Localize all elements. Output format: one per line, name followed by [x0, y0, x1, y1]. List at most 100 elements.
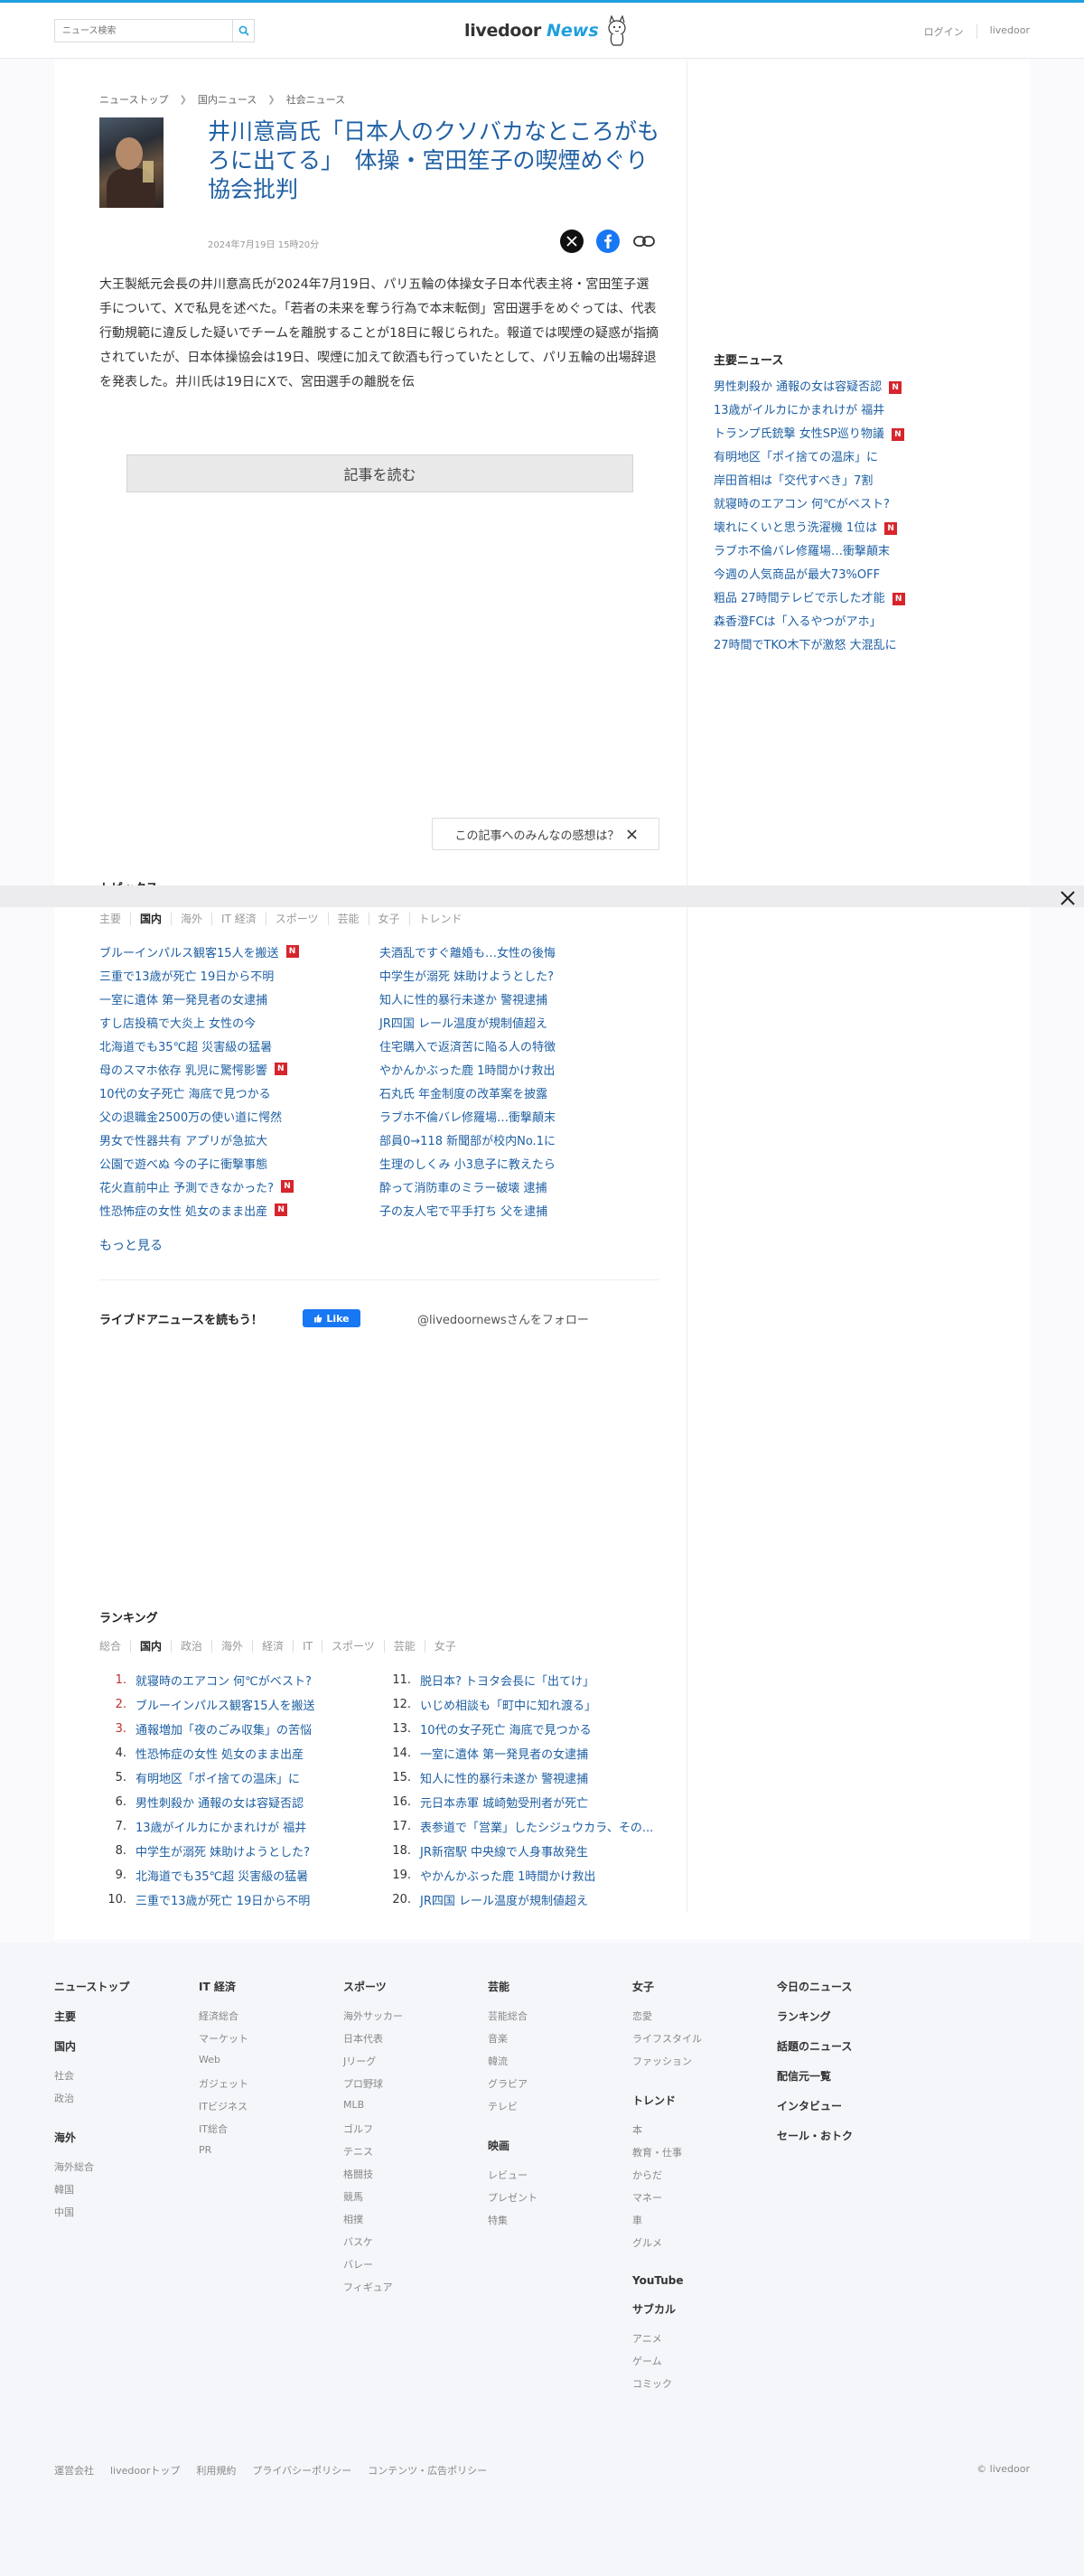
ranking-item[interactable]: 2. ブルーインパルス観客15人を搬送	[99, 1692, 384, 1717]
footer-heading[interactable]: 海外	[54, 2130, 129, 2145]
ranking-tab[interactable]: 海外	[211, 1640, 252, 1653]
footer-heading[interactable]: スポーツ	[343, 1979, 403, 1994]
footer-heading[interactable]: 今日のニュース	[777, 1979, 853, 1994]
footer-link[interactable]: グラビア	[488, 2076, 537, 2099]
sidebar-news-item[interactable]: 森香澄FCは「入るやつがアホ」	[714, 611, 1003, 634]
footer-link[interactable]: Jリーグ	[343, 2054, 403, 2076]
footer-link[interactable]: 海外サッカー	[343, 2009, 403, 2031]
footer-link[interactable]: プロ野球	[343, 2076, 403, 2099]
ranking-item[interactable]: 18. JR新宿駅 中央線で人身事故発生	[384, 1839, 678, 1863]
footer-link[interactable]: 政治	[54, 2091, 129, 2113]
ranking-item[interactable]: 4. 性恐怖症の女性 処女のまま出産	[99, 1741, 384, 1766]
topic-item[interactable]: 石丸氏 年金制度の改革案を披露	[379, 1081, 659, 1104]
more-topics-link[interactable]: もっと見る	[99, 1236, 163, 1254]
share-facebook-button[interactable]	[596, 229, 620, 253]
search-input[interactable]	[55, 20, 232, 42]
topic-item[interactable]: JR四国 レール温度が規制値超え	[379, 1010, 659, 1034]
topic-item[interactable]: 男女で性器共有 アプリが急拡大	[99, 1128, 379, 1151]
topic-item[interactable]: 三重で13歳が死亡 19日から不明	[99, 963, 379, 987]
footer-link[interactable]: 経済総合	[199, 2009, 248, 2031]
ranking-item[interactable]: 12. いじめ相談も「町中に知れ渡る」	[384, 1692, 678, 1717]
footer-link[interactable]: 本	[632, 2122, 702, 2145]
ranking-item[interactable]: 7. 13歳がイルカにかまれけが 福井	[99, 1814, 384, 1839]
ranking-item[interactable]: 1. 就寝時のエアコン 何℃がベスト?	[99, 1668, 384, 1692]
footer-heading[interactable]: 配信元一覧	[777, 2068, 853, 2084]
search-button[interactable]	[232, 20, 254, 42]
ranking-item[interactable]: 10. 三重で13歳が死亡 19日から不明	[99, 1888, 384, 1912]
sidebar-news-item[interactable]: ラブホ不倫バレ修羅場…衝撃顛末	[714, 540, 1003, 564]
footer-link[interactable]: 車	[632, 2213, 702, 2235]
footer-heading[interactable]: インタビュー	[777, 2098, 853, 2113]
ranking-tab[interactable]: 芸能	[383, 1640, 425, 1653]
footer-heading[interactable]: 映画	[488, 2138, 537, 2153]
topics-tab[interactable]: 女子	[368, 913, 409, 925]
footer-link[interactable]: グルメ	[632, 2235, 702, 2258]
footer-link[interactable]: バスケ	[343, 2234, 403, 2257]
footer-link[interactable]: 韓流	[488, 2054, 537, 2076]
footer-bottom-link[interactable]: コンテンツ・広告ポリシー	[368, 2463, 487, 2478]
footer-bottom-link[interactable]: livedoorトップ	[110, 2463, 180, 2478]
topic-item[interactable]: 父の退職金2500万の使い道に愕然	[99, 1104, 379, 1128]
ranking-tab[interactable]: 国内	[130, 1640, 171, 1653]
ranking-item[interactable]: 6. 男性刺殺か 通報の女は容疑否認	[99, 1790, 384, 1814]
login-link[interactable]: ログイン	[911, 24, 977, 39]
footer-heading[interactable]: IT 経済	[199, 1979, 248, 1994]
footer-link[interactable]: 韓国	[54, 2182, 129, 2205]
footer-link[interactable]: 教育・仕事	[632, 2145, 702, 2168]
copy-link-button[interactable]	[632, 229, 656, 253]
footer-heading[interactable]: 話題のニュース	[777, 2038, 853, 2054]
topics-tab[interactable]: 主要	[99, 913, 130, 925]
footer-heading[interactable]: YouTube	[632, 2274, 702, 2287]
footer-heading[interactable]: トレンド	[632, 2093, 702, 2108]
footer-link[interactable]: MLB	[343, 2099, 403, 2122]
topic-item[interactable]: 生理のしくみ 小3息子に教えたら	[379, 1151, 659, 1175]
topic-item[interactable]: 中学生が溺死 妹助けようとした?	[379, 963, 659, 987]
topics-tab[interactable]: スポーツ	[265, 913, 328, 925]
footer-link[interactable]: ITビジネス	[199, 2099, 248, 2122]
topic-item[interactable]: 酔って消防車のミラー破壊 逮捕	[379, 1175, 659, 1198]
footer-heading[interactable]: ランキング	[777, 2009, 853, 2024]
ranking-tab[interactable]: 経済	[252, 1640, 293, 1653]
topic-item[interactable]: 部員0→118 新聞部が校内No.1に	[379, 1128, 659, 1151]
topic-item[interactable]: 性恐怖症の女性 処女のまま出産 N	[99, 1198, 379, 1222]
ranking-item[interactable]: 13. 10代の女子死亡 海底で見つかる	[384, 1717, 678, 1741]
topic-item[interactable]: 夫酒乱ですぐ離婚も…女性の後悔	[379, 940, 659, 963]
ranking-tab[interactable]: 女子	[424, 1640, 465, 1653]
topic-item[interactable]: ラブホ不倫バレ修羅場…衝撃顛末	[379, 1104, 659, 1128]
footer-link[interactable]: 社会	[54, 2068, 129, 2091]
footer-link[interactable]: 海外総合	[54, 2159, 129, 2182]
sidebar-news-item[interactable]: 壊れにくいと思う洗濯機 1位は N	[714, 517, 1003, 540]
footer-link[interactable]: 芸能総合	[488, 2009, 537, 2031]
footer-link[interactable]: 相撲	[343, 2212, 403, 2234]
footer-link[interactable]: 特集	[488, 2213, 537, 2235]
livedoor-link[interactable]: livedoor	[976, 24, 1030, 39]
breadcrumb-society[interactable]: 社会ニュース	[286, 92, 345, 107]
sidebar-news-item[interactable]: 就寝時のエアコン 何℃がベスト?	[714, 493, 1003, 517]
ranking-item[interactable]: 16. 元日本赤軍 城崎勉受刑者が死亡	[384, 1790, 678, 1814]
footer-heading[interactable]: 主要	[54, 2009, 129, 2024]
reactions-button[interactable]: この記事へのみんなの感想は？	[432, 818, 659, 850]
topic-item[interactable]: 子の友人宅で平手打ち 父を逮捕	[379, 1198, 659, 1222]
site-logo[interactable]: livedoor News	[464, 15, 630, 46]
footer-link[interactable]: マーケット	[199, 2031, 248, 2054]
twitter-follow-link[interactable]: @livedoornewsさんをフォロー	[417, 1310, 589, 1327]
topic-item[interactable]: 住宅購入で返済苦に陥る人の特徴	[379, 1034, 659, 1057]
footer-link[interactable]: 音楽	[488, 2031, 537, 2054]
footer-link[interactable]: フィギュア	[343, 2280, 403, 2302]
ranking-tab[interactable]: IT	[293, 1640, 322, 1653]
topic-item[interactable]: 花火直前中止 予測できなかった? N	[99, 1175, 379, 1198]
ranking-item[interactable]: 5. 有明地区「ポイ捨ての温床」に	[99, 1766, 384, 1790]
footer-link[interactable]: からだ	[632, 2168, 702, 2190]
ranking-tab[interactable]: 総合	[99, 1640, 130, 1653]
sidebar-news-item[interactable]: 今週の人気商品が最大73%OFF	[714, 564, 1003, 587]
read-article-button[interactable]: 記事を読む	[126, 454, 633, 492]
ranking-tab[interactable]: 政治	[171, 1640, 211, 1653]
topic-item[interactable]: すし店投稿で大炎上 女性の今	[99, 1010, 379, 1034]
topic-item[interactable]: やかんかぶった鹿 1時間かけ救出	[379, 1057, 659, 1081]
footer-bottom-link[interactable]: プライバシーポリシー	[252, 2463, 351, 2478]
topic-item[interactable]: 北海道でも35℃超 災害級の猛暑	[99, 1034, 379, 1057]
ranking-item[interactable]: 17. 表参道で「営業」したシジュウカラ、その...	[384, 1814, 678, 1839]
ranking-item[interactable]: 14. 一室に遺体 第一発見者の女逮捕	[384, 1741, 678, 1766]
topics-tab[interactable]: IT 経済	[211, 913, 266, 925]
sidebar-news-item[interactable]: トランプ氏銃撃 女性SP巡り物議 N	[714, 423, 1003, 446]
